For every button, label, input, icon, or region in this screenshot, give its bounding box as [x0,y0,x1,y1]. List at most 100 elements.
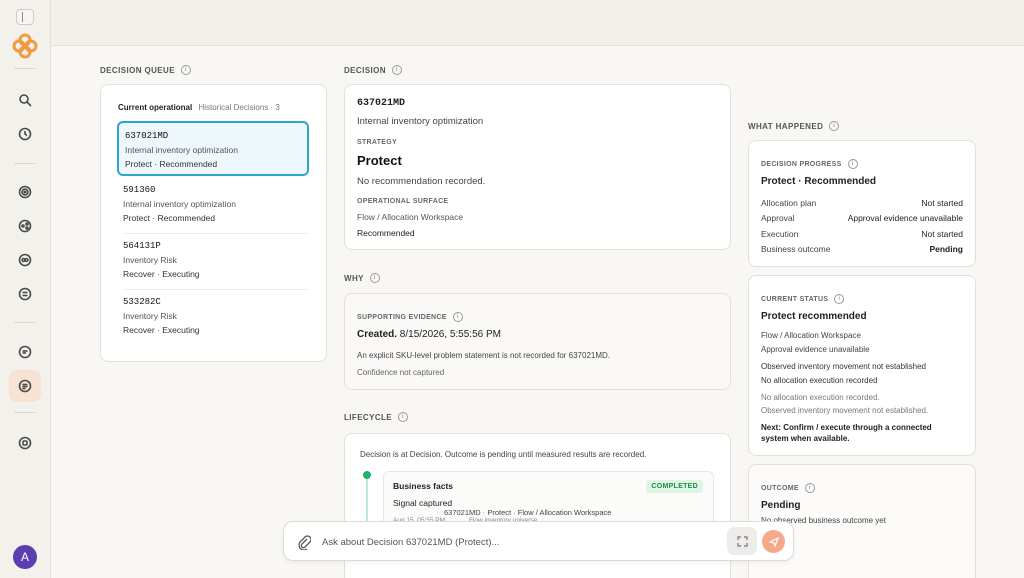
info-icon[interactable]: i [452,312,463,322]
logo-icon[interactable] [12,33,38,59]
home-icon[interactable] [11,429,39,457]
status-line: No allocation execution recorded [761,376,878,385]
timeline-dot [363,471,371,479]
rail-divider [14,163,36,164]
info-icon[interactable]: i [369,273,380,283]
status-note: Observed inventory movement not establis… [761,406,929,415]
sidebar-toggle-icon[interactable] [16,9,34,25]
queue-item-title: Inventory Risk [123,255,177,265]
progress-title: Protect · Recommended [761,176,877,187]
rail-divider [14,68,36,69]
send-icon [768,536,779,547]
send-button[interactable] [762,530,785,553]
queue-item-title: Internal inventory optimization [125,145,238,155]
surface-value: Flow / Allocation Workspace [357,212,464,222]
info-icon[interactable]: i [804,483,815,493]
strategy-label: STRATEGY [357,139,397,146]
progress-row: Allocation plan Not started [761,198,963,208]
rail-divider [14,322,36,323]
status-title: Protect recommended [761,311,867,322]
queue-item[interactable]: 637021MD Internal inventory optimization… [117,121,309,176]
status-line: Approval evidence unavailable [761,345,870,354]
surface-status: Recommended [357,228,415,238]
surface-label: OPERATIONAL SURFACE [357,198,449,205]
tab-historical-decisions[interactable]: Historical Decisions · 3 [198,103,279,112]
queue-item-id: 637021MD [125,131,169,141]
info-icon[interactable]: i [398,412,409,422]
what-happened-section-label: WHAT HAPPENED i [748,121,840,131]
queue-item[interactable]: 533282C Inventory Risk Recover · Executi… [117,289,309,344]
why-section-label: WHY i [344,273,380,283]
fact-title: Business facts [393,481,453,491]
progress-row: Execution Not started [761,229,963,239]
info-icon[interactable]: i [180,65,191,75]
clock-icon[interactable] [11,120,39,148]
queue-item-status: Protect · Recommended [125,159,218,169]
strategy-note: No recommendation recorded. [357,176,486,187]
search-icon[interactable] [11,86,39,114]
queue-tabs: Current operational Historical Decisions… [118,103,280,112]
chat-icon[interactable] [11,338,39,366]
outcome-label: OUTCOME i [761,483,815,493]
queue-section-label: DECISION QUEUE i [100,65,191,75]
decision-card: 637021MD Internal inventory optimization… [344,84,731,250]
decision-title: Internal inventory optimization [357,116,484,127]
outcome-title: Pending [761,500,801,511]
progress-row: Approval Approval evidence unavailable [761,213,963,223]
timeline-line [366,479,368,524]
expand-button[interactable] [727,527,757,555]
status-note: No allocation execution recorded. [761,393,880,402]
paperclip-icon[interactable] [297,534,311,550]
ask-bar [283,521,794,561]
avatar[interactable]: A [13,545,37,569]
queue-item-id: 533282C [123,297,161,307]
confidence-note: Confidence not captured [357,368,445,377]
queue-item[interactable]: 564131P Inventory Risk Recover · Executi… [117,233,309,288]
rail-divider [14,412,36,413]
strategy-value: Protect [357,153,402,168]
tab-current-operational[interactable]: Current operational [118,103,192,112]
left-rail: A [0,0,51,578]
fact-event: Signal captured [393,498,453,508]
info-icon[interactable]: i [829,121,840,131]
queue-item-title: Internal inventory optimization [123,199,236,209]
lifecycle-summary: Decision is at Decision. Outcome is pend… [360,450,647,459]
share-icon[interactable] [11,212,39,240]
queue-item-id: 564131P [123,241,161,251]
queue-item-status: Recover · Executing [123,325,200,335]
info-icon[interactable]: i [834,294,845,304]
target-icon[interactable] [11,178,39,206]
queue-item-title: Inventory Risk [123,311,177,321]
why-card: SUPPORTING EVIDENCE i Created. 8/15/2026,… [344,293,731,390]
current-status-card: CURRENT STATUS i Protect recommended Flow… [748,275,976,456]
infinity-icon[interactable] [11,246,39,274]
next-step: Next: Confirm / execute through a connec… [761,423,932,443]
expand-icon [736,535,748,547]
info-icon[interactable]: i [847,159,858,169]
status-badge: COMPLETED [646,480,703,493]
queue-item-status: Recover · Executing [123,269,200,279]
decisions-icon[interactable] [9,370,41,402]
queue-item-status: Protect · Recommended [123,213,216,223]
created-label: Created. [357,329,398,340]
progress-label: DECISION PROGRESS i [761,159,858,169]
progress-row: Business outcome Pending [761,244,963,254]
queue-item-id: 591360 [123,185,156,195]
created-date: 8/15/2026, 5:55:56 PM [399,329,501,340]
info-icon[interactable]: i [391,65,402,75]
decision-section-label: DECISION i [344,65,402,75]
lifecycle-section-label: LIFECYCLE i [344,412,409,422]
ask-input[interactable] [322,533,702,551]
status-line: Flow / Allocation Workspace [761,331,861,340]
decision-id: 637021MD [357,98,406,109]
document-icon[interactable] [11,280,39,308]
queue-item[interactable]: 591360 Internal inventory optimization P… [117,177,309,232]
decision-progress-card: DECISION PROGRESS i Protect · Recommended… [748,140,976,267]
fact-detail: 637021MD · Protect · Flow / Allocation W… [444,508,612,517]
decision-queue-card: Current operational Historical Decisions… [100,84,327,362]
top-header [51,0,1024,46]
status-line: Observed inventory movement not establis… [761,362,926,371]
status-label: CURRENT STATUS i [761,294,845,304]
problem-statement: An explicit SKU-level problem statement … [357,351,611,360]
evidence-label: SUPPORTING EVIDENCE i [357,312,463,322]
